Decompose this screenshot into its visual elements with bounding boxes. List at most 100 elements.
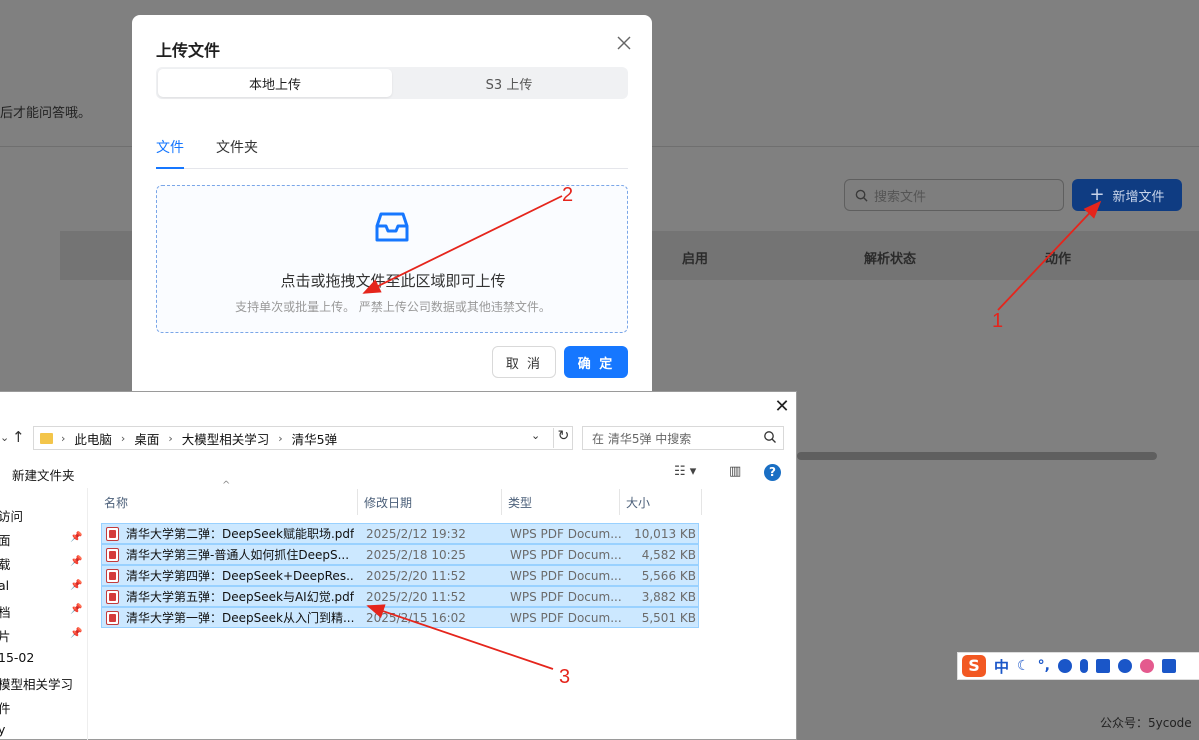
pdf-file-icon	[106, 610, 119, 625]
chevron-down-icon[interactable]: ⌄	[531, 429, 540, 442]
pin-icon: 📌	[70, 628, 83, 639]
pdf-file-icon	[106, 526, 119, 541]
nav-item-desktop[interactable]: 面	[0, 530, 11, 549]
sogou-logo-icon[interactable]: S	[962, 655, 986, 677]
cancel-button[interactable]: 取 消	[492, 346, 556, 378]
pdf-file-icon	[106, 568, 119, 583]
pin-icon: 📌	[70, 604, 83, 615]
breadcrumb-tsinghua5[interactable]: 清华5弹	[292, 429, 337, 448]
microphone-icon[interactable]	[1079, 659, 1088, 673]
new-file-label: 新增文件	[1112, 189, 1165, 205]
pdf-file-icon	[106, 589, 119, 604]
folder-icon	[40, 432, 53, 444]
upload-dropzone[interactable]: 点击或拖拽文件至此区域即可上传 支持单次或批量上传。 严禁上传公司数据或其他违禁…	[156, 185, 628, 333]
file-row[interactable]: 清华大学第四弹：DeepSeek+DeepRes... 2025/2/20 11…	[101, 565, 699, 586]
column-action: 动作	[1045, 252, 1072, 267]
search-icon	[764, 431, 776, 443]
up-arrow-icon[interactable]: ↑	[12, 428, 25, 446]
file-row[interactable]: 清华大学第三弹-普通人如何抓住DeepS... 2025/2/18 10:25 …	[101, 544, 699, 565]
breadcrumb-desktop[interactable]: 桌面	[134, 429, 159, 448]
file-name: 清华大学第三弹-普通人如何抓住DeepS...	[126, 548, 350, 562]
column-size[interactable]: 大小	[622, 489, 702, 515]
file-name: 清华大学第一弹：DeepSeek从入门到精...	[126, 611, 354, 625]
new-folder-button[interactable]: 新建文件夹	[12, 465, 75, 484]
file-search-input[interactable]: 搜索文件	[844, 179, 1064, 211]
nav-item-pictures[interactable]: 片	[0, 626, 11, 645]
watermark: 公众号：5ycode	[1100, 716, 1192, 730]
ime-mode-toggle[interactable]: 中	[994, 656, 1009, 677]
toolbox-icon[interactable]	[1161, 659, 1176, 673]
pdf-file-icon	[106, 547, 119, 562]
file-size: 10,013 KB	[634, 526, 696, 541]
nav-item-documents[interactable]: 档	[0, 602, 11, 621]
file-type: WPS PDF Docum...	[510, 568, 622, 583]
file-row[interactable]: 清华大学第五弹：DeepSeek与AI幻觉.pdf 2025/2/20 11:5…	[101, 586, 699, 607]
file-date: 2025/2/18 10:25	[366, 547, 466, 562]
close-icon[interactable]: ✕	[773, 398, 791, 416]
breadcrumb-llm-study[interactable]: 大模型相关学习	[182, 429, 270, 448]
address-bar[interactable]: › 此电脑 › 桌面 › 大模型相关学习 › 清华5弹 ⌄ ↻	[33, 426, 573, 450]
navigation-bar: ⌄ ↑ › 此电脑 › 桌面 › 大模型相关学习 › 清华5弹 ⌄ ↻ 在 清华…	[0, 426, 797, 452]
help-icon[interactable]: ?	[764, 464, 781, 481]
emoji-icon[interactable]	[1057, 659, 1072, 673]
folder-search-input[interactable]: 在 清华5弹 中搜索	[582, 426, 784, 450]
file-type: WPS PDF Docum...	[510, 589, 622, 604]
chevron-right-icon: ›	[120, 431, 126, 445]
explorer-toolbar: 新建文件夹 ☷ ▾ ▥ ?	[0, 462, 797, 486]
user-icon[interactable]	[1117, 659, 1132, 673]
ime-toolbar: S 中 ☾ °,	[957, 652, 1199, 680]
punctuation-icon[interactable]: °,	[1038, 658, 1050, 674]
column-enabled: 启用	[682, 252, 709, 267]
nav-item-llm-study[interactable]: 模型相关学习	[0, 674, 73, 693]
dropzone-hint: 支持单次或批量上传。 严禁上传公司数据或其他违禁文件。	[235, 300, 551, 314]
file-size: 4,582 KB	[641, 547, 696, 562]
dropzone-title: 点击或拖拽文件至此区域即可上传	[280, 272, 506, 290]
column-type[interactable]: 类型	[504, 489, 620, 515]
breadcrumb-this-pc[interactable]: 此电脑	[74, 429, 112, 448]
preview-pane-icon[interactable]: ▥	[729, 464, 741, 479]
skin-icon[interactable]	[1139, 659, 1154, 673]
chevron-right-icon: ›	[168, 431, 173, 445]
view-options-icon[interactable]: ☷ ▾	[674, 464, 696, 479]
file-row[interactable]: 清华大学第一弹：DeepSeek从入门到精... 2025/2/15 16:02…	[101, 607, 699, 628]
modal-title: 上传文件	[156, 41, 221, 60]
active-tab-indicator	[156, 167, 184, 169]
nav-item-files[interactable]: 件	[0, 698, 11, 717]
nav-item-quick-access[interactable]: 访问	[0, 506, 23, 525]
nav-item-downloads[interactable]: 载	[0, 554, 11, 573]
column-name[interactable]: 名称	[100, 489, 358, 515]
pin-icon: 📌	[70, 556, 83, 567]
pin-icon: 📌	[70, 532, 83, 543]
nav-item-folder-15-02[interactable]: 15-02	[0, 650, 34, 665]
file-type: WPS PDF Docum...	[510, 610, 622, 625]
file-size: 3,882 KB	[641, 589, 696, 604]
segment-local-upload[interactable]: 本地上传	[158, 69, 392, 97]
navigation-pane: 访问 面 📌 载 📌 al 📌 档 📌 片 📌 15-02 模型相关学习 件 y	[0, 488, 88, 740]
inbox-icon	[375, 212, 409, 242]
file-row[interactable]: 清华大学第二弹：DeepSeek赋能职场.pdf 2025/2/12 19:32…	[101, 523, 699, 544]
file-open-dialog: ✕ ⌄ ↑ › 此电脑 › 桌面 › 大模型相关学习 › 清华5弹 ⌄ ↻ 在 …	[0, 391, 797, 740]
refresh-icon[interactable]: ↻	[553, 428, 573, 448]
nav-item-local[interactable]: al	[0, 578, 9, 593]
moon-icon[interactable]: ☾	[1017, 658, 1030, 674]
recent-locations-icon[interactable]: ⌄	[0, 431, 9, 444]
close-icon[interactable]	[616, 35, 632, 51]
annotation-label-3: 3	[559, 666, 571, 688]
nav-item-y[interactable]: y	[0, 722, 5, 737]
file-date: 2025/2/20 11:52	[366, 589, 466, 604]
tab-folder[interactable]: 文件夹	[216, 137, 258, 157]
chevron-right-icon: ›	[278, 431, 283, 445]
horizontal-scrollbar[interactable]	[797, 452, 1157, 460]
segment-s3-upload[interactable]: S3 上传	[392, 69, 626, 97]
upload-type-tabs: 文件 文件夹	[156, 133, 628, 169]
new-file-button[interactable]: + 新增文件	[1072, 179, 1182, 211]
column-modified-date[interactable]: 修改日期	[360, 489, 502, 515]
file-list-header: ^ 名称 修改日期 类型 大小	[100, 480, 703, 515]
keyboard-icon[interactable]	[1095, 659, 1110, 673]
file-date: 2025/2/15 16:02	[366, 610, 466, 625]
confirm-button[interactable]: 确 定	[564, 346, 628, 378]
tab-file[interactable]: 文件	[156, 137, 184, 157]
annotation-label-2: 2	[562, 184, 574, 206]
annotation-label-1: 1	[992, 310, 1004, 332]
upload-modal: 上传文件 本地上传 S3 上传 文件 文件夹 点击或拖拽文件至此区域即可上传 支…	[132, 15, 652, 415]
